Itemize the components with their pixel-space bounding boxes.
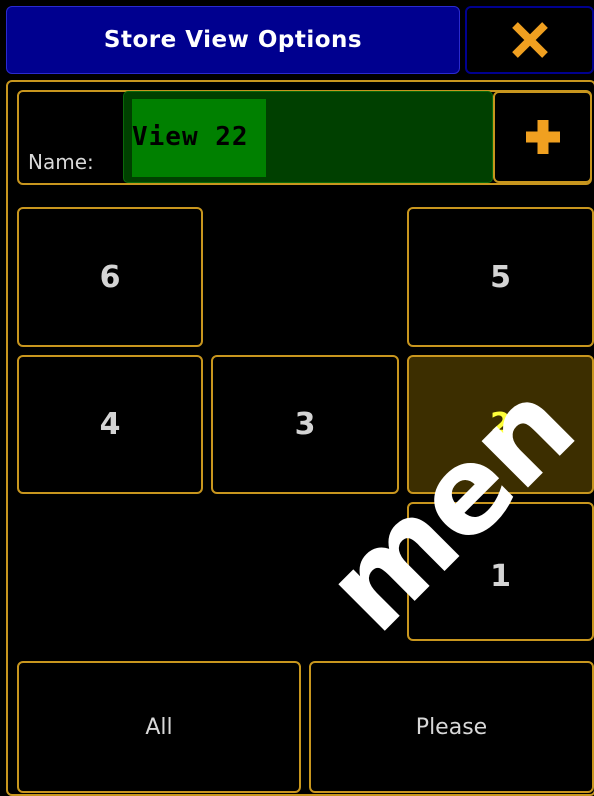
please-button[interactable]: Please (309, 661, 594, 793)
view-slot-label: 5 (490, 259, 511, 295)
please-button-label: Please (415, 714, 488, 740)
plus-icon (525, 120, 560, 154)
dialog-title-bar: Store View Options (6, 6, 460, 74)
view-slot-6[interactable]: 6 (17, 207, 203, 347)
view-slot-5[interactable]: 5 (407, 207, 594, 347)
view-slot-2[interactable]: 2 (407, 355, 594, 494)
close-icon (511, 22, 548, 58)
view-slot-label: 2 (490, 407, 511, 442)
name-value: View 22 (132, 122, 249, 152)
add-button[interactable] (493, 91, 592, 183)
close-button[interactable] (465, 6, 594, 74)
view-slot-label: 4 (99, 407, 121, 442)
all-button-label: All (145, 714, 173, 740)
view-slot-label: 1 (490, 559, 511, 594)
view-slot-4[interactable]: 4 (17, 355, 203, 494)
all-button[interactable]: All (17, 661, 301, 793)
name-label: Name: (28, 150, 94, 174)
view-slot-1[interactable]: 1 (407, 502, 594, 641)
name-input[interactable]: View 22 (123, 91, 493, 183)
view-slot-label: 3 (294, 407, 316, 442)
dialog-title: Store View Options (103, 27, 363, 53)
view-slot-3[interactable]: 3 (211, 355, 399, 494)
view-slot-label: 6 (99, 259, 121, 295)
